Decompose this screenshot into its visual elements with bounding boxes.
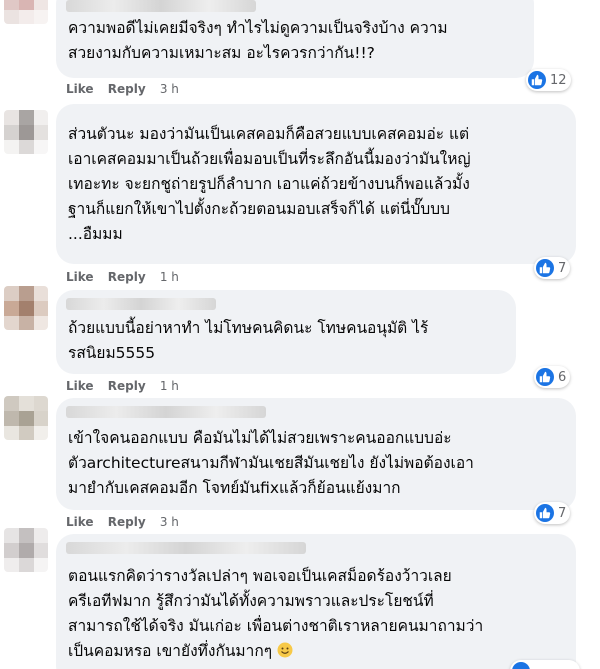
author-name-blurred[interactable] bbox=[66, 542, 306, 554]
like-button[interactable]: Like bbox=[66, 82, 94, 96]
comment-time[interactable]: 3 h bbox=[160, 515, 179, 529]
comment-bubble: ตอนแรกคิดว่ารางวัลเปล่าๆ พอเจอเป็นเคสม็อ… bbox=[56, 534, 576, 669]
avatar[interactable] bbox=[4, 396, 48, 440]
comment-actions: Like Reply 1 h bbox=[66, 379, 189, 393]
thumbs-up-icon bbox=[528, 71, 546, 89]
like-count: 7 bbox=[558, 505, 567, 521]
author-name-blurred[interactable] bbox=[66, 0, 256, 12]
comment-bubble: เข้าใจคนออกแบบ คือมันไม่ได้ไม่สวยเพราะคน… bbox=[56, 398, 576, 510]
author-name-blurred[interactable] bbox=[66, 298, 216, 310]
comment-text: ความพอดีไม่เคยมีจริงๆ ทำไรไม่ดูความเป็นจ… bbox=[68, 19, 448, 62]
comment-text-body: ตอนแรกคิดว่ารางวัลเปล่าๆ พอเจอเป็นเคสม็อ… bbox=[68, 567, 484, 660]
thumbs-up-icon bbox=[536, 259, 554, 277]
thumbs-up-icon bbox=[536, 368, 554, 386]
comment-actions: Like Reply 3 h bbox=[66, 82, 189, 96]
smiling-face-emoji bbox=[277, 642, 293, 658]
comment-time[interactable]: 1 h bbox=[160, 270, 179, 284]
thumbs-up-icon bbox=[512, 662, 530, 669]
like-button[interactable]: Like bbox=[66, 270, 94, 284]
comment-bubble: ส่วนตัวนะ มองว่ามันเป็นเคสคอมก็คือสวยแบบ… bbox=[56, 104, 576, 264]
comment-bubble: ถ้วยแบบนี้อย่าหาทำ ไม่โทษคนคิดนะ โทษคนอน… bbox=[56, 290, 516, 374]
reaction-count-badge[interactable] bbox=[510, 660, 580, 669]
comment-time[interactable]: 3 h bbox=[160, 82, 179, 96]
reply-button[interactable]: Reply bbox=[108, 270, 146, 284]
reaction-count-badge[interactable]: 7 bbox=[534, 502, 571, 524]
like-button[interactable]: Like bbox=[66, 515, 94, 529]
comment-text: เข้าใจคนออกแบบ คือมันไม่ได้ไม่สวยเพราะคน… bbox=[68, 429, 474, 497]
avatar[interactable] bbox=[4, 110, 48, 154]
reaction-count-badge[interactable]: 7 bbox=[534, 257, 571, 279]
like-count: 6 bbox=[558, 369, 567, 385]
comment-actions: Like Reply 3 h bbox=[66, 515, 189, 529]
like-count: 7 bbox=[558, 260, 567, 276]
reply-button[interactable]: Reply bbox=[108, 379, 146, 393]
reply-button[interactable]: Reply bbox=[108, 515, 146, 529]
avatar[interactable] bbox=[4, 0, 48, 24]
author-name-blurred[interactable] bbox=[66, 406, 266, 418]
avatar[interactable] bbox=[4, 528, 48, 572]
avatar[interactable] bbox=[4, 286, 48, 330]
comment-time[interactable]: 1 h bbox=[160, 379, 179, 393]
comment-text: ตอนแรกคิดว่ารางวัลเปล่าๆ พอเจอเป็นเคสม็อ… bbox=[68, 564, 564, 664]
comment-text: ส่วนตัวนะ มองว่ามันเป็นเคสคอมก็คือสวยแบบ… bbox=[68, 125, 471, 243]
reaction-count-badge[interactable]: 12 bbox=[526, 69, 571, 91]
comment-bubble: ความพอดีไม่เคยมีจริงๆ ทำไรไม่ดูความเป็นจ… bbox=[56, 0, 534, 78]
like-count: 12 bbox=[550, 72, 567, 88]
reply-button[interactable]: Reply bbox=[108, 82, 146, 96]
reaction-count-badge[interactable]: 6 bbox=[534, 366, 571, 388]
like-button[interactable]: Like bbox=[66, 379, 94, 393]
comment-text: ถ้วยแบบนี้อย่าหาทำ ไม่โทษคนคิดนะ โทษคนอน… bbox=[68, 319, 429, 362]
thumbs-up-icon bbox=[536, 504, 554, 522]
comment-actions: Like Reply 1 h bbox=[66, 270, 189, 284]
